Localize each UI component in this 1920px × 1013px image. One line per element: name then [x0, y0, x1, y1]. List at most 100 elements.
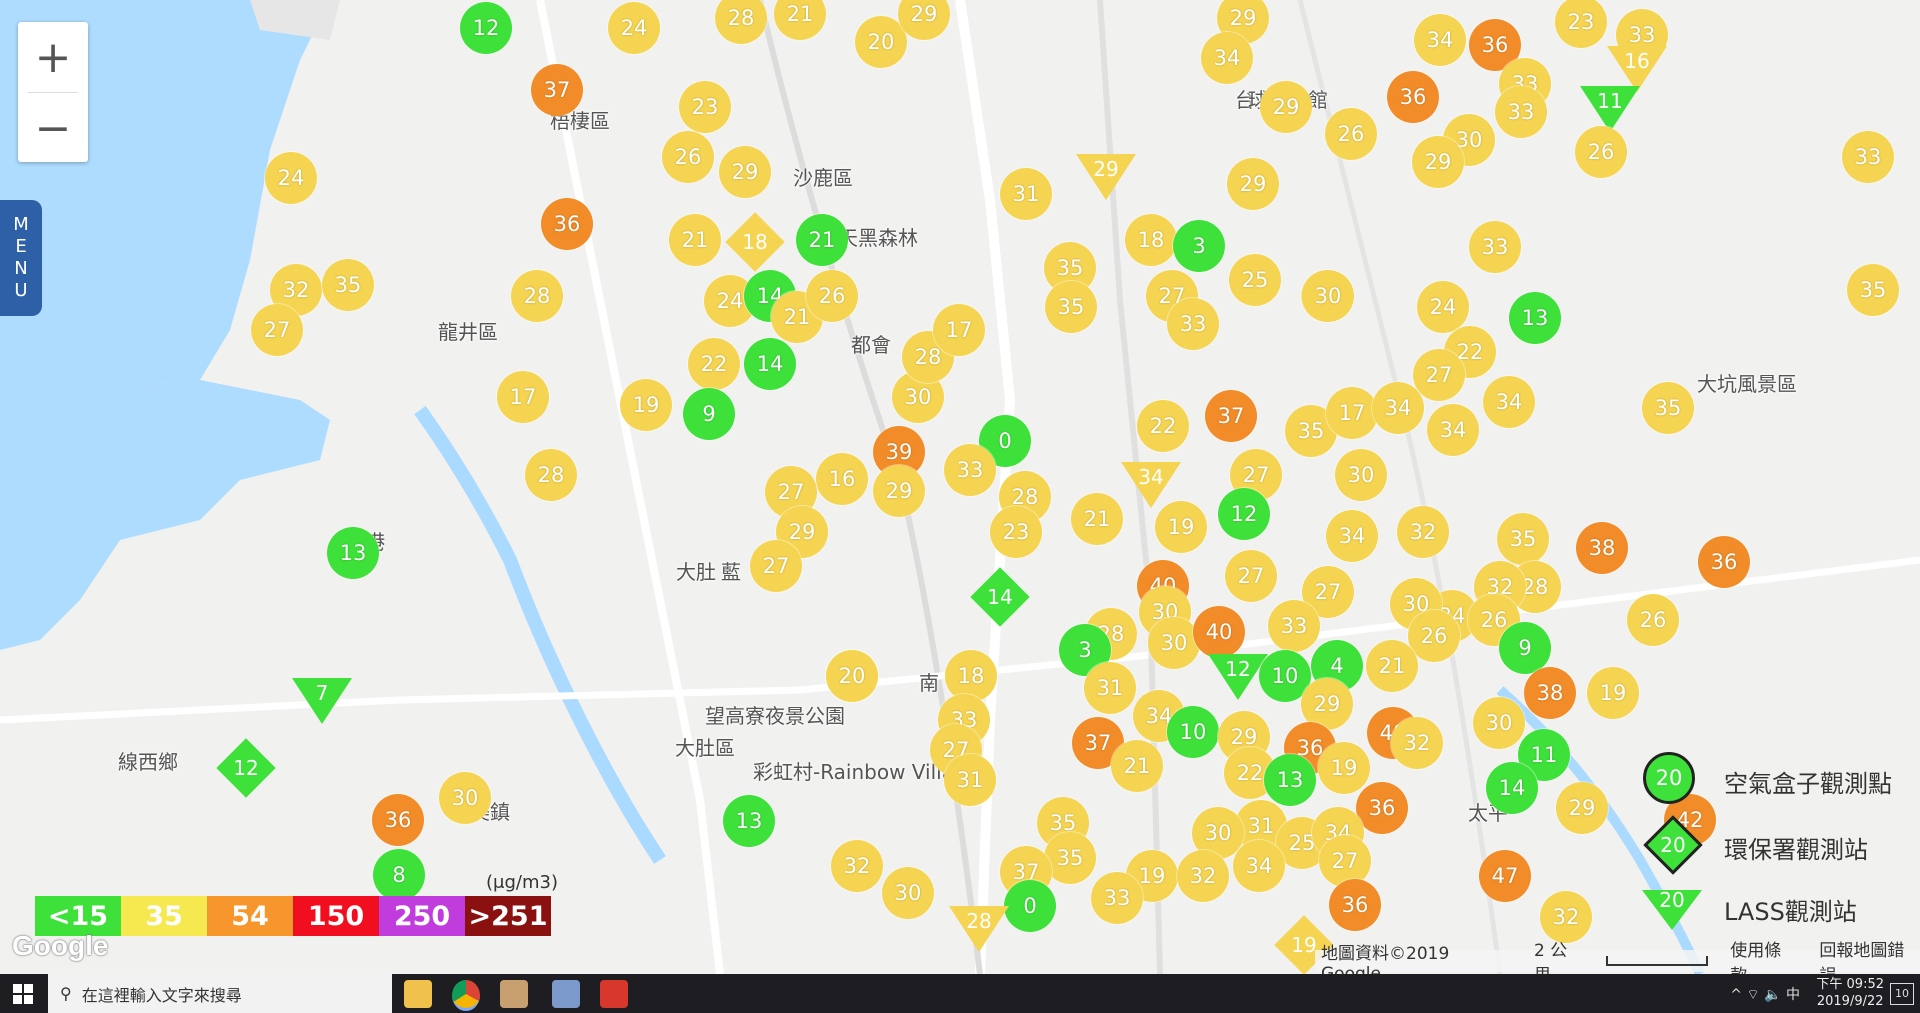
airbox-marker[interactable]: 35: [1045, 281, 1097, 333]
zoom-in-button[interactable]: +: [18, 22, 88, 92]
airbox-marker[interactable]: 19: [1587, 667, 1639, 719]
airbox-marker[interactable]: 26: [1575, 126, 1627, 178]
airbox-marker[interactable]: 35: [1642, 382, 1694, 434]
windows-start-icon[interactable]: [13, 984, 33, 1004]
airbox-marker[interactable]: 9: [1499, 622, 1551, 674]
epa-station-marker[interactable]: 18: [725, 212, 785, 272]
airbox-marker[interactable]: 13: [723, 795, 775, 847]
airbox-marker[interactable]: 14: [1486, 762, 1538, 814]
volume-icon[interactable]: 🔈: [1764, 987, 1781, 1003]
airbox-marker[interactable]: 37: [531, 64, 583, 116]
airbox-marker[interactable]: 35: [1497, 513, 1549, 565]
menu-button[interactable]: MENU: [0, 200, 42, 316]
airbox-marker[interactable]: 21: [1111, 740, 1163, 792]
airbox-marker[interactable]: 34: [1483, 376, 1535, 428]
taskbar-clock[interactable]: 下午 09:52 2019/9/22: [1816, 976, 1884, 1010]
airbox-marker[interactable]: 47: [1479, 850, 1531, 902]
airbox-marker[interactable]: 33: [1842, 131, 1894, 183]
lass-station-marker[interactable]: 34: [1121, 462, 1181, 508]
airbox-marker[interactable]: 21: [1071, 493, 1123, 545]
airbox-marker[interactable]: 17: [497, 371, 549, 423]
taskbar-search[interactable]: ⚲ 在這裡輸入文字來搜尋: [48, 974, 392, 1013]
airbox-marker[interactable]: 35: [1847, 264, 1899, 316]
airbox-marker[interactable]: 28: [511, 270, 563, 322]
chrome-icon[interactable]: [452, 980, 480, 1011]
lass-station-marker[interactable]: 7: [292, 678, 352, 724]
airbox-marker[interactable]: 38: [1524, 667, 1576, 719]
airbox-marker[interactable]: 29: [1412, 136, 1464, 188]
airbox-marker[interactable]: 32: [831, 840, 883, 892]
airbox-marker[interactable]: 32: [1391, 717, 1443, 769]
airbox-marker[interactable]: 36: [1356, 782, 1408, 834]
airbox-marker[interactable]: 34: [1427, 404, 1479, 456]
airbox-marker[interactable]: 24: [265, 152, 317, 204]
airbox-marker[interactable]: 33: [1469, 221, 1521, 273]
airbox-marker[interactable]: 40: [1193, 606, 1245, 658]
airbox-marker[interactable]: 36: [1329, 879, 1381, 931]
lass-station-marker[interactable]: 11: [1580, 86, 1640, 132]
airbox-marker[interactable]: 22: [1137, 400, 1189, 452]
airbox-marker[interactable]: 29: [1556, 782, 1608, 834]
app-icon[interactable]: [500, 980, 528, 1008]
lass-station-marker[interactable]: 28: [949, 906, 1009, 952]
airbox-marker[interactable]: 30: [882, 867, 934, 919]
airbox-marker[interactable]: 16: [816, 453, 868, 505]
airbox-marker[interactable]: 12: [1218, 488, 1270, 540]
airbox-marker[interactable]: 19: [1318, 742, 1370, 794]
airbox-marker[interactable]: 34: [1201, 32, 1253, 84]
airbox-marker[interactable]: 29: [1260, 81, 1312, 133]
epa-station-marker[interactable]: 12: [216, 738, 276, 798]
zoom-out-button[interactable]: −: [18, 93, 88, 163]
airbox-marker[interactable]: 27: [750, 540, 802, 592]
airbox-marker[interactable]: 34: [1326, 510, 1378, 562]
lass-station-marker[interactable]: 29: [1076, 154, 1136, 200]
airbox-marker[interactable]: 30: [439, 772, 491, 824]
notification-icon[interactable]: 10: [1890, 983, 1914, 1005]
airbox-marker[interactable]: 33: [1167, 298, 1219, 350]
file-explorer-icon[interactable]: [404, 980, 432, 1008]
airbox-marker[interactable]: 31: [944, 754, 996, 806]
airbox-marker[interactable]: 12: [460, 2, 512, 54]
network-icon[interactable]: ⌔: [1746, 987, 1759, 1003]
airbox-marker[interactable]: 23: [679, 81, 731, 133]
airbox-marker[interactable]: 29: [719, 146, 771, 198]
airbox-marker[interactable]: 25: [1229, 254, 1281, 306]
airbox-marker[interactable]: 0: [1004, 880, 1056, 932]
airbox-marker[interactable]: 31: [1000, 168, 1052, 220]
airbox-marker[interactable]: 31: [1084, 662, 1136, 714]
airbox-marker[interactable]: 32: [1177, 850, 1229, 902]
airbox-marker[interactable]: 35: [322, 259, 374, 311]
airbox-marker[interactable]: 33: [1268, 600, 1320, 652]
airbox-marker[interactable]: 26: [662, 131, 714, 183]
search-input[interactable]: 在這裡輸入文字來搜尋: [82, 982, 242, 1006]
airbox-marker[interactable]: 19: [1155, 501, 1207, 553]
airbox-marker[interactable]: 21: [1366, 640, 1418, 692]
airbox-marker[interactable]: 27: [251, 304, 303, 356]
airbox-marker[interactable]: 34: [1414, 14, 1466, 66]
airbox-marker[interactable]: 36: [1698, 536, 1750, 588]
chevron-up-icon[interactable]: ^: [1730, 987, 1742, 1003]
airbox-marker[interactable]: 29: [1227, 158, 1279, 210]
airbox-marker[interactable]: 9: [683, 388, 735, 440]
airbox-marker[interactable]: 27: [1225, 550, 1277, 602]
airbox-marker[interactable]: 13: [327, 527, 379, 579]
airbox-marker[interactable]: 17: [1326, 387, 1378, 439]
airbox-marker[interactable]: 13: [1509, 292, 1561, 344]
airbox-marker[interactable]: 27: [1413, 349, 1465, 401]
airbox-marker[interactable]: 20: [826, 650, 878, 702]
airbox-marker[interactable]: 34: [1372, 382, 1424, 434]
airbox-marker[interactable]: 28: [525, 449, 577, 501]
airbox-marker[interactable]: 24: [1417, 281, 1469, 333]
airbox-marker[interactable]: 21: [669, 214, 721, 266]
airbox-marker[interactable]: 30: [1473, 697, 1525, 749]
airbox-marker[interactable]: 29: [873, 465, 925, 517]
airbox-marker[interactable]: 27: [1319, 835, 1371, 887]
airbox-marker[interactable]: 14: [744, 338, 796, 390]
airbox-marker[interactable]: 36: [372, 794, 424, 846]
epa-station-marker[interactable]: 14: [970, 567, 1030, 627]
paint-icon[interactable]: [552, 980, 580, 1008]
airbox-marker[interactable]: 37: [1205, 390, 1257, 442]
sketchup-icon[interactable]: [600, 980, 628, 1008]
airbox-marker[interactable]: 13: [1264, 754, 1316, 806]
airbox-marker[interactable]: 26: [1627, 594, 1679, 646]
